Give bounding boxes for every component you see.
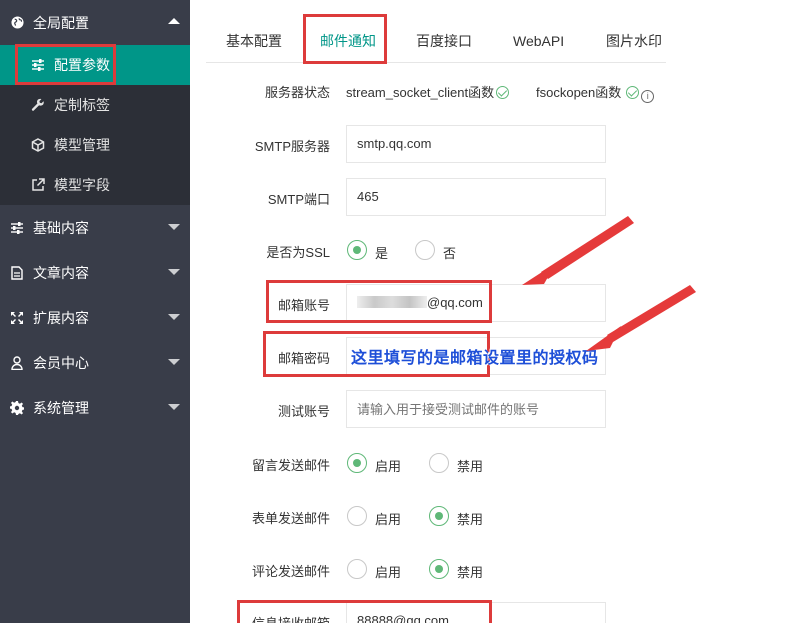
annotation-arrows xyxy=(522,216,696,351)
arrow-to-account xyxy=(541,216,634,279)
arrow-to-password xyxy=(607,285,696,342)
